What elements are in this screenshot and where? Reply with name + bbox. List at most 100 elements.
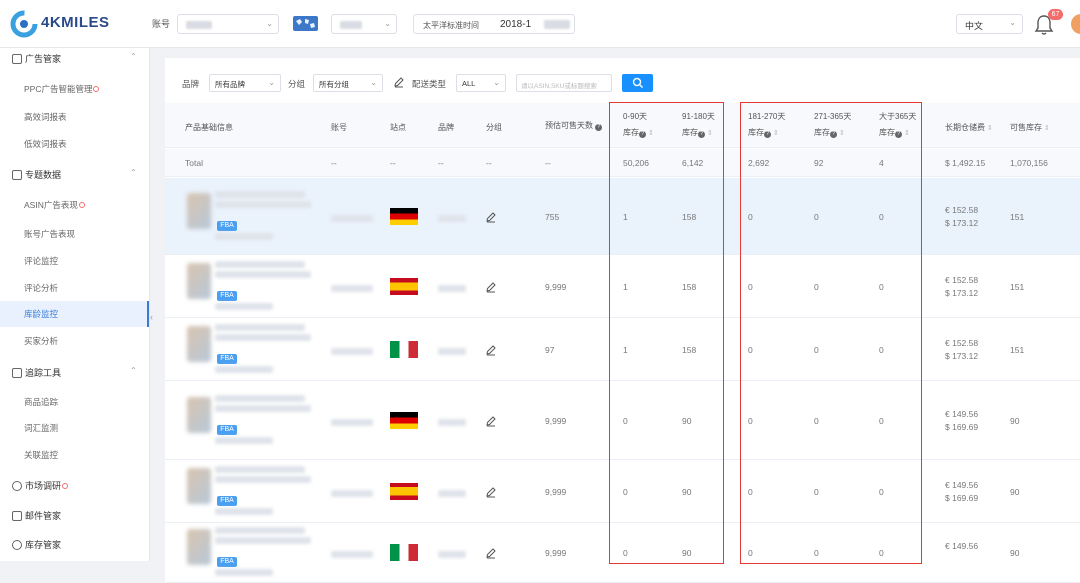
fulfillment-select[interactable]: ALL ⌄	[456, 74, 506, 92]
edit-icon[interactable]	[485, 211, 497, 223]
sidebar-item-buyer-analysis[interactable]: 买家分析	[0, 328, 149, 354]
chevron-up-icon: ⌃	[130, 52, 137, 61]
b1-cell: 1	[623, 212, 628, 222]
product-thumbnail[interactable]	[187, 263, 211, 299]
product-thumbnail[interactable]	[187, 529, 211, 565]
days-cell: 9,999	[545, 487, 567, 497]
language-select[interactable]: 中文 ⌄	[956, 14, 1023, 34]
sidebar-item-review-analysis[interactable]: 评论分析	[0, 275, 149, 301]
product-thumbnail[interactable]	[187, 397, 211, 433]
b2-cell: 158	[682, 345, 697, 355]
product-sku-blurred	[215, 303, 273, 310]
account-blurred	[331, 490, 373, 497]
sidebar-item-related-monitor[interactable]: 关联监控	[0, 442, 149, 468]
chevron-down-icon: ⌄	[268, 78, 275, 87]
sidebar-group-tracking[interactable]: 追踪工具 ⌃	[12, 366, 137, 379]
sidebar-group-inventory[interactable]: 库存管家	[12, 538, 61, 551]
notification-badge: 67	[1048, 9, 1063, 20]
inventory-icon	[12, 540, 22, 550]
edit-icon[interactable]	[485, 344, 497, 356]
col-b1[interactable]: 库存? ⇕	[623, 127, 654, 138]
account-select[interactable]: ⌄	[177, 14, 279, 34]
sidebar-item-keyword-tracking[interactable]: 词汇监测	[0, 415, 149, 441]
sidebar-group-market-research[interactable]: 市场调研	[12, 479, 69, 492]
fba-badge: FBA	[217, 425, 237, 435]
table-row[interactable]: FBA 755 1 158 0 0 0 € 152.58 $ 173.12 151	[165, 178, 1080, 255]
col-b2[interactable]: 库存? ⇕	[682, 127, 713, 138]
b1-cell: 0	[623, 487, 628, 497]
sidebar-item-low-eff-keywords[interactable]: 低效词报表	[0, 131, 149, 157]
col-storage-fee[interactable]: 长期仓储费 ⇕	[945, 122, 993, 133]
edit-icon[interactable]	[485, 415, 497, 427]
timezone-value: 2018-1	[500, 19, 532, 30]
sidebar-item-review-monitor[interactable]: 评论监控	[0, 248, 149, 274]
brand-select[interactable]: 所有品牌 ⌄	[209, 74, 281, 92]
b2-cell: 90	[682, 416, 692, 426]
account-blurred	[331, 419, 373, 426]
storage-fee-eur: € 149.56	[945, 480, 979, 490]
product-thumbnail[interactable]	[187, 193, 211, 229]
product-thumbnail[interactable]	[187, 326, 211, 362]
storage-fee-usd: $ 173.12	[945, 351, 979, 361]
timezone-value-blurred	[544, 20, 570, 29]
table-row[interactable]: FBA 9,999 0 90 0 0 0 € 149.56 90	[165, 523, 1080, 583]
days-cell: 9,999	[545, 416, 567, 426]
world-map-icon[interactable]	[293, 16, 318, 31]
col-b5[interactable]: 库存? ⇕	[879, 127, 910, 138]
sellable-cell: 151	[1010, 345, 1025, 355]
sidebar-item-high-eff-keywords[interactable]: 高效词报表	[0, 104, 149, 130]
sidebar-item-product-tracking[interactable]: 商品追踪	[0, 389, 149, 415]
b2-cell: 90	[682, 548, 692, 558]
flag-de-icon	[390, 208, 418, 225]
sidebar-group-topic-data[interactable]: 专题数据 ⌃	[12, 168, 137, 181]
search-input[interactable]: 请以ASIN,SKU或标题搜索	[516, 74, 612, 92]
edit-icon[interactable]	[485, 281, 497, 293]
b4-cell: 0	[814, 282, 819, 292]
table-row[interactable]: FBA 9,999 0 90 0 0 0 € 149.56 $ 169.69 90	[165, 460, 1080, 523]
sidebar-item-inventory-age[interactable]: 库龄监控	[0, 301, 149, 327]
product-thumbnail[interactable]	[187, 468, 211, 504]
logo[interactable]: 4KMILES	[10, 8, 110, 40]
sidebar-group-email[interactable]: 邮件管家	[12, 509, 61, 522]
chevron-down-icon: ⌄	[266, 19, 273, 28]
sidebar-item-ppc[interactable]: PPC广告智能管理	[0, 76, 149, 102]
logo-text: 4KMILES	[41, 14, 110, 31]
product-title-blurred	[215, 334, 311, 341]
site-select[interactable]: ⌄	[331, 14, 397, 34]
sidebar-item-asin-ads[interactable]: ASIN广告表现	[0, 192, 149, 218]
table-row[interactable]: FBA 9,999 1 158 0 0 0 € 152.58 $ 173.12 151	[165, 255, 1080, 318]
edit-icon[interactable]	[485, 486, 497, 498]
brand-blurred	[438, 490, 466, 497]
product-title-blurred	[215, 261, 305, 268]
sidebar-collapse-chevron-icon[interactable]: ‹	[150, 312, 160, 328]
edit-icon[interactable]	[393, 76, 405, 88]
chevron-up-icon: ⌃	[130, 366, 137, 375]
flag-es-icon	[390, 278, 418, 295]
col-b3-top: 181-270天	[748, 112, 786, 121]
group-select[interactable]: 所有分组 ⌄	[313, 74, 383, 92]
col-days[interactable]: 预估可售天数 ?	[545, 120, 603, 131]
avatar[interactable]	[1071, 14, 1080, 34]
b5-cell: 0	[879, 548, 884, 558]
table-row[interactable]: FBA 97 1 158 0 0 0 € 152.58 $ 173.12 151	[165, 318, 1080, 381]
col-b4[interactable]: 库存? ⇕	[814, 127, 845, 138]
b5-cell: 0	[879, 212, 884, 222]
search-button[interactable]	[622, 74, 653, 92]
col-brand: 品牌	[438, 123, 454, 132]
timezone-display[interactable]: 太平洋标准时间 2018-1	[413, 14, 575, 34]
sidebar-item-account-ads[interactable]: 账号广告表现	[0, 221, 149, 247]
col-b4-top: 271-365天	[814, 112, 852, 121]
new-dot-icon	[78, 202, 85, 208]
col-b3[interactable]: 库存? ⇕	[748, 127, 779, 138]
edit-icon[interactable]	[485, 547, 497, 559]
new-dot-icon	[93, 86, 100, 92]
brand-blurred	[438, 348, 466, 355]
sidebar-group-ad-manager[interactable]: 广告管家 ⌃	[12, 52, 137, 65]
sort-icon: ⇕	[839, 130, 845, 137]
b1-cell: 1	[623, 282, 628, 292]
b2-cell: 90	[682, 487, 692, 497]
fba-badge: FBA	[217, 496, 237, 506]
days-cell: 755	[545, 212, 560, 222]
table-row[interactable]: FBA 9,999 0 90 0 0 0 € 149.56 $ 169.69 90	[165, 381, 1080, 460]
col-sellable[interactable]: 可售库存 ⇕	[1010, 122, 1050, 133]
